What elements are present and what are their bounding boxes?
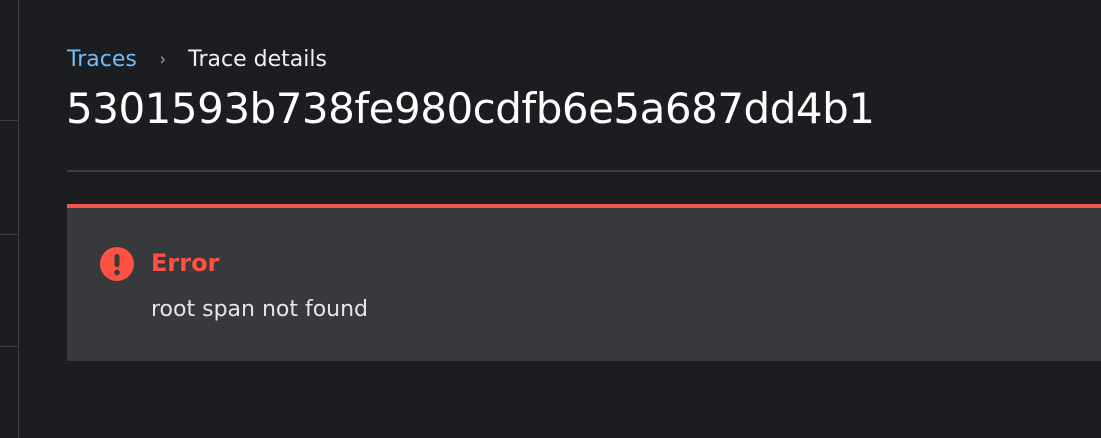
left-nav-strip [0,0,19,438]
breadcrumb: Traces › Trace details [67,45,327,73]
chevron-right-icon: › [159,48,166,70]
alert-title: Error [151,249,220,277]
nav-divider [0,346,18,347]
breadcrumb-current: Trace details [188,46,327,72]
trace-details-page: Traces › Trace details 5301593b738fe980c… [0,0,1101,438]
exclamation-circle-icon [100,247,134,281]
nav-divider [0,120,18,121]
error-alert: Error root span not found [67,204,1101,361]
nav-divider [0,234,18,235]
alert-message: root span not found [151,297,369,322]
title-divider [67,170,1101,172]
breadcrumb-link-traces[interactable]: Traces [67,47,137,72]
page-title: 5301593b738fe980cdfb6e5a687dd4b1 [66,84,875,133]
